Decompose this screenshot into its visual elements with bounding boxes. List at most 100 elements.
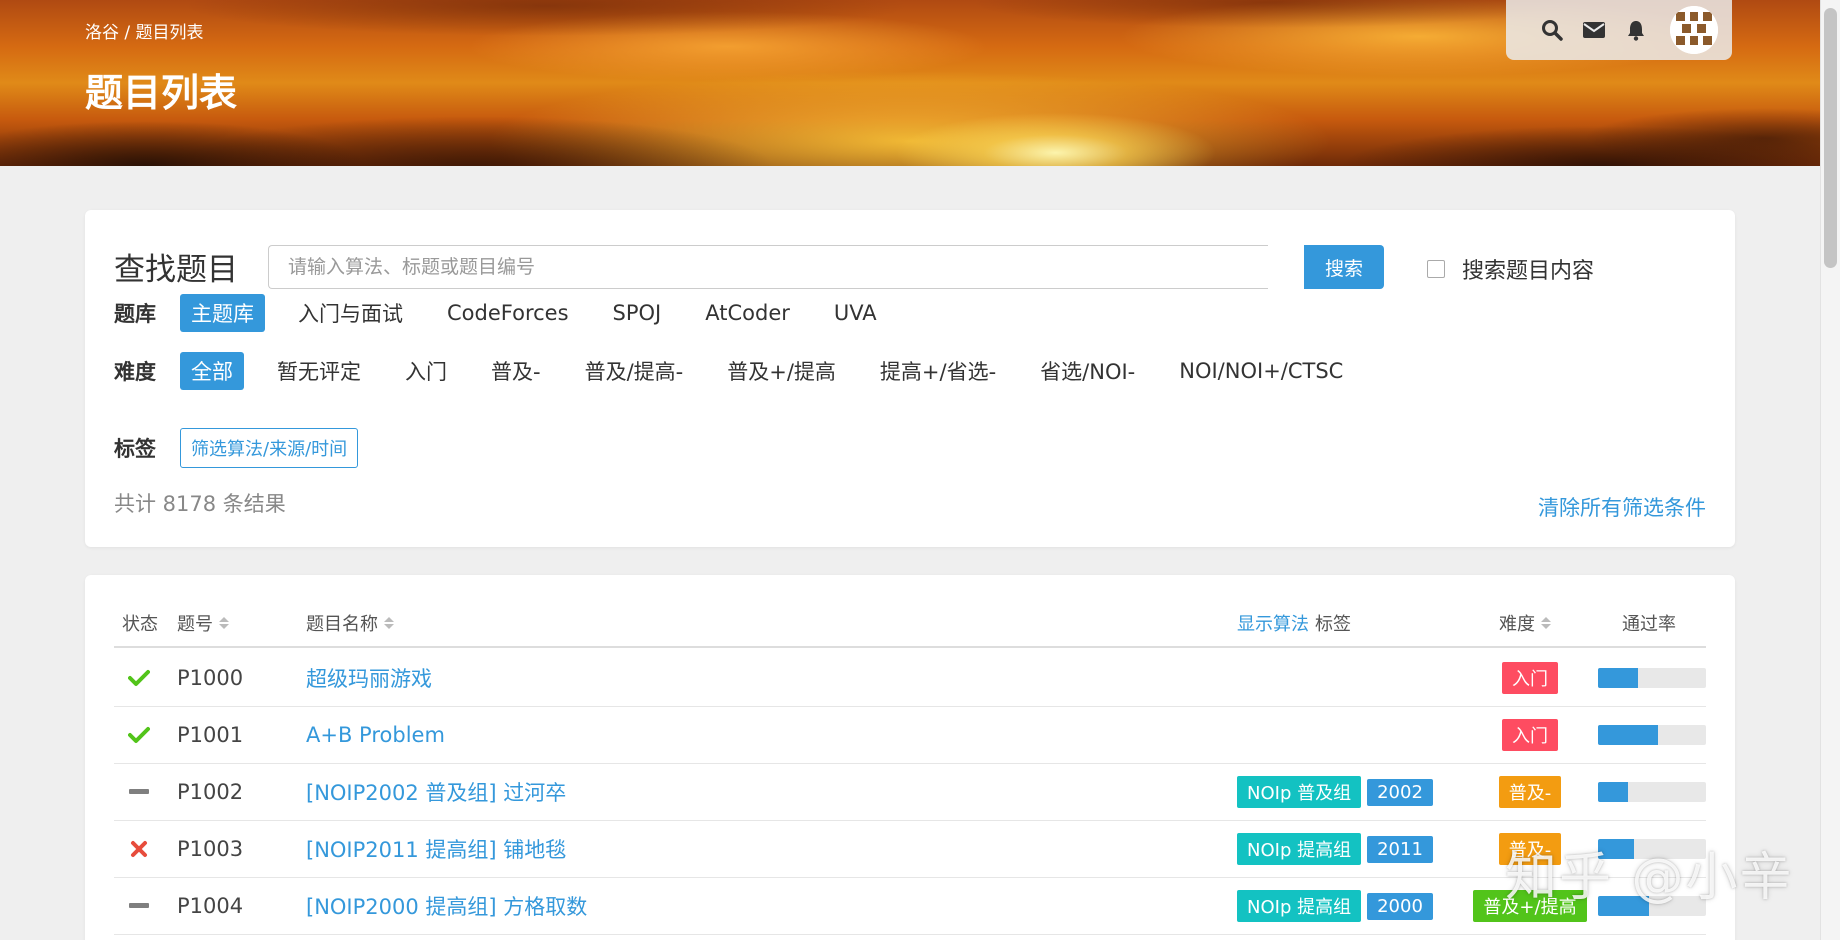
accepted-check-icon <box>124 650 154 706</box>
search-heading: 查找题目 <box>114 252 238 288</box>
sort-icon[interactable] <box>219 617 229 629</box>
problem-title-link[interactable]: 超级玛丽游戏 <box>306 650 432 706</box>
tag-filter-button[interactable]: 筛选算法/来源/时间 <box>180 428 359 468</box>
problem-id: P1004 <box>177 894 244 918</box>
search-content-label: 搜索题目内容 <box>1462 259 1595 284</box>
source-option-spoj[interactable]: SPOJ <box>602 297 673 329</box>
difficulty-option-unrated[interactable]: 暂无评定 <box>266 352 372 390</box>
page-title: 题目列表 <box>85 71 238 115</box>
col-difficulty-label: 难度 <box>1499 614 1535 635</box>
difficulty-cell: 普及- <box>1459 764 1601 820</box>
source-filter-row: 题库 主题库 入门与面试 CodeForces SPOJ AtCoder UVA <box>114 294 910 332</box>
col-tags-label: 标签 <box>1315 614 1351 635</box>
difficulty-option-popular-minus[interactable]: 普及- <box>480 352 552 390</box>
difficulty-option-popular-plus-improve[interactable]: 普及+/提高 <box>716 352 847 390</box>
difficulty-option-intro[interactable]: 入门 <box>394 352 458 390</box>
mail-icon[interactable] <box>1582 18 1606 42</box>
table-row: P1003 [NOIP2011 提高组] 铺地毯 NOIp 提高组 2011 普及- <box>114 821 1706 878</box>
clear-filters-link[interactable]: 清除所有筛选条件 <box>1538 492 1706 522</box>
difficulty-option-popular-improve-minus[interactable]: 普及/提高- <box>574 352 695 390</box>
difficulty-cell: 入门 <box>1459 650 1601 706</box>
pass-rate-fill <box>1598 782 1629 802</box>
bell-icon[interactable] <box>1624 18 1648 42</box>
scrollbar-thumb[interactable] <box>1824 8 1837 268</box>
col-pid[interactable]: 题号 <box>177 610 229 636</box>
problem-title-link[interactable]: [NOIP2000 提高组] 方格取数 <box>306 878 587 934</box>
search-input[interactable] <box>268 245 1268 289</box>
accepted-check-icon <box>124 707 154 763</box>
col-status-label: 状态 <box>122 614 158 635</box>
problem-tags: NOIp 提高组 2011 <box>1237 821 1439 877</box>
search-card: 查找题目 搜索 搜索题目内容 题库 主题库 入门与面试 CodeForces S… <box>85 210 1735 547</box>
problem-title-link[interactable]: [NOIP2002 普及组] 过河卒 <box>306 764 566 820</box>
wrong-cross-icon <box>124 821 154 877</box>
difficulty-option-all[interactable]: 全部 <box>180 352 244 390</box>
avatar[interactable] <box>1670 6 1718 54</box>
problem-id: P1001 <box>177 723 244 747</box>
source-option-uva[interactable]: UVA <box>823 297 888 329</box>
tag-filter-label: 标签 <box>114 437 156 461</box>
col-passrate-label: 通过率 <box>1622 614 1676 635</box>
difficulty-cell: 入门 <box>1459 707 1601 763</box>
source-option-atcoder[interactable]: AtCoder <box>694 297 801 329</box>
col-passrate: 通过率 <box>1622 610 1676 636</box>
pass-rate-fill <box>1598 725 1659 745</box>
problem-tag[interactable]: NOIp 提高组 <box>1237 890 1362 922</box>
result-count: 共计 8178 条结果 <box>114 492 286 516</box>
col-title-label: 题目名称 <box>306 614 378 635</box>
col-pid-label: 题号 <box>177 614 213 635</box>
not-attempted-dash-icon <box>124 764 154 820</box>
table-row: P1004 [NOIP2000 提高组] 方格取数 NOIp 提高组 2000 普及+/… <box>114 878 1706 935</box>
problem-tag[interactable]: 2011 <box>1367 835 1433 863</box>
show-algorithm-link[interactable]: 显示算法 <box>1237 610 1309 636</box>
difficulty-option-noi-ctsc[interactable]: NOI/NOI+/CTSC <box>1168 355 1354 387</box>
problem-tag[interactable]: 2000 <box>1367 892 1433 920</box>
pass-rate-bar <box>1598 782 1706 802</box>
source-option-intro[interactable]: 入门与面试 <box>287 294 414 332</box>
source-filter-label: 题库 <box>114 302 156 326</box>
search-icon[interactable] <box>1540 18 1564 42</box>
difficulty-option-provincial-noi-minus[interactable]: 省选/NOI- <box>1029 352 1146 390</box>
difficulty-badge: 入门 <box>1502 662 1558 694</box>
source-option-main[interactable]: 主题库 <box>180 294 265 332</box>
difficulty-badge: 普及- <box>1498 776 1562 808</box>
col-title[interactable]: 题目名称 <box>306 610 394 636</box>
breadcrumb[interactable]: 洛谷 / 题目列表 <box>85 18 204 43</box>
pass-rate-cell <box>1598 707 1706 763</box>
checkbox-box[interactable] <box>1427 260 1445 278</box>
sort-icon[interactable] <box>1541 617 1551 629</box>
problem-id: P1003 <box>177 837 244 861</box>
problem-list-card: 状态 题号 题目名称 显示算法 标签 难度 通过率 P1000 超级玛丽游戏 入门 P… <box>85 575 1735 940</box>
col-difficulty[interactable]: 难度 <box>1499 610 1551 636</box>
difficulty-badge: 入门 <box>1502 719 1558 751</box>
table-row: P1000 超级玛丽游戏 入门 <box>114 650 1706 707</box>
table-header: 状态 题号 题目名称 显示算法 标签 难度 通过率 <box>114 610 1706 648</box>
scrollbar[interactable] <box>1820 0 1840 940</box>
problem-title-link[interactable]: A+B Problem <box>306 707 445 763</box>
problem-tags: NOIp 普及组 2002 <box>1237 764 1439 820</box>
problem-tag[interactable]: 2002 <box>1367 778 1433 806</box>
pass-rate-cell <box>1598 764 1706 820</box>
search-button[interactable]: 搜索 <box>1304 245 1384 289</box>
tag-filter-row: 标签 筛选算法/来源/时间 <box>114 428 359 468</box>
watermark: 知乎 @小辛 <box>1505 848 1794 908</box>
problem-tag[interactable]: NOIp 普及组 <box>1237 776 1362 808</box>
difficulty-option-improve-plus-provincial-minus[interactable]: 提高+/省选- <box>869 352 1007 390</box>
search-content-checkbox[interactable]: 搜索题目内容 <box>1427 253 1594 285</box>
user-nav <box>1506 0 1732 60</box>
pass-rate-bar <box>1598 725 1706 745</box>
problem-title-link[interactable]: [NOIP2011 提高组] 铺地毯 <box>306 821 566 877</box>
problem-id: P1000 <box>177 666 244 690</box>
col-status: 状态 <box>122 610 158 636</box>
table-row: P1002 [NOIP2002 普及组] 过河卒 NOIp 普及组 2002 普及- <box>114 764 1706 821</box>
pass-rate-fill <box>1598 668 1638 688</box>
problem-id: P1002 <box>177 780 244 804</box>
col-tags: 显示算法 标签 <box>1237 610 1351 636</box>
table-row: P1001 A+B Problem 入门 <box>114 707 1706 764</box>
pass-rate-cell <box>1598 650 1706 706</box>
problem-tags: NOIp 提高组 2000 <box>1237 878 1439 934</box>
sort-icon[interactable] <box>384 617 394 629</box>
difficulty-filter-label: 难度 <box>114 360 156 384</box>
source-option-codeforces[interactable]: CodeForces <box>436 297 580 329</box>
problem-tag[interactable]: NOIp 提高组 <box>1237 833 1362 865</box>
